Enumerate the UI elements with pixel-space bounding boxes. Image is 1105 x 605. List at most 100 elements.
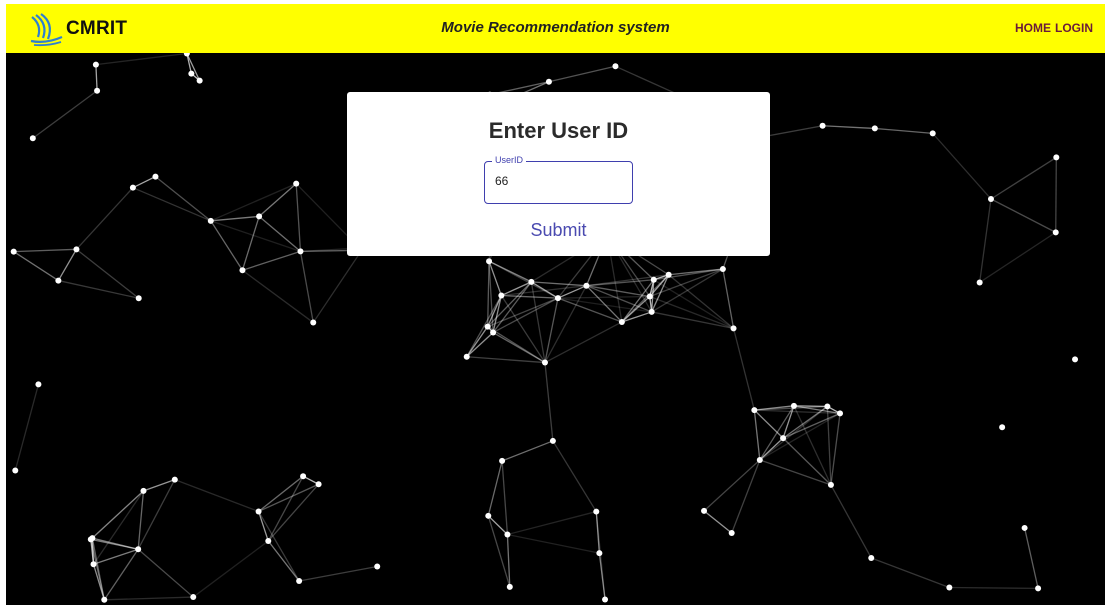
network-edge [507, 510, 597, 536]
network-edge [487, 460, 503, 516]
network-node [780, 435, 787, 442]
network-edge [14, 384, 40, 471]
network-node [756, 456, 763, 463]
network-edge [90, 538, 139, 550]
network-node [463, 353, 470, 360]
network-edge [487, 326, 546, 364]
network-edge [544, 362, 554, 442]
network-edge [501, 460, 509, 535]
network-edge [93, 548, 139, 565]
network-edge [242, 250, 301, 271]
network-node [135, 295, 142, 302]
network-node [549, 437, 556, 444]
network-edge [137, 548, 194, 598]
network-node [35, 381, 42, 388]
network-node [618, 318, 625, 325]
network-node [490, 329, 497, 336]
network-node [719, 266, 726, 273]
network-node [207, 217, 214, 224]
userid-field[interactable]: UserID [484, 155, 633, 204]
network-node [871, 125, 878, 132]
network-node [12, 467, 19, 474]
network-edge [104, 596, 194, 601]
submit-button[interactable]: Submit [508, 216, 609, 244]
network-edge [267, 540, 300, 582]
network-edge [530, 281, 546, 363]
network-edge [132, 187, 212, 222]
network-edge [210, 220, 244, 271]
network-edge [871, 557, 950, 589]
navbar: CMRIT Movie Recommendation system HOME L… [6, 4, 1105, 53]
network-node [296, 577, 303, 584]
network-edge [32, 90, 98, 139]
network-edge [299, 251, 314, 323]
network-node [650, 276, 657, 283]
network-node [73, 246, 80, 253]
network-edge [75, 187, 134, 250]
network-node [545, 78, 552, 85]
nav-links: HOME LOGIN [1015, 21, 1093, 35]
network-node [498, 292, 505, 299]
brand[interactable]: CMRIT [28, 9, 127, 49]
network-node [583, 282, 590, 289]
network-edge [703, 510, 733, 534]
network-edge [90, 539, 105, 600]
network-node [310, 319, 317, 326]
userid-input[interactable] [495, 174, 620, 188]
network-edge [57, 249, 78, 281]
network-edge [13, 248, 77, 253]
network-node [135, 546, 142, 553]
network-edge [90, 490, 144, 540]
network-node [140, 487, 147, 494]
network-node [790, 402, 797, 409]
network-node [646, 293, 653, 300]
network-node [1035, 585, 1042, 592]
network-edge [258, 183, 297, 217]
network-node [129, 184, 136, 191]
network-node [999, 424, 1006, 431]
network-node [265, 538, 272, 545]
network-edge [466, 356, 546, 364]
network-edge [621, 279, 655, 323]
network-edge [932, 132, 992, 200]
network-node [976, 279, 983, 286]
network-node [1052, 229, 1059, 236]
network-node [665, 271, 672, 278]
network-node [824, 403, 831, 410]
network-edge [782, 437, 832, 486]
network-edge [174, 478, 259, 513]
network-node [827, 481, 834, 488]
network-node [196, 77, 203, 84]
network-node [485, 512, 492, 519]
network-node [1072, 356, 1079, 363]
network-edge [13, 251, 59, 282]
network-node [499, 457, 506, 464]
network-node [300, 473, 307, 480]
network-node [929, 130, 936, 137]
network-edge [722, 268, 735, 329]
brand-name: CMRIT [66, 18, 128, 39]
network-edge [210, 183, 297, 222]
network-node [10, 248, 17, 255]
network-node [541, 359, 548, 366]
network-edge [267, 475, 304, 542]
network-edge [242, 269, 314, 324]
nav-home-link[interactable]: HOME [1015, 21, 1051, 35]
network-edge [466, 332, 494, 358]
network-node [593, 508, 600, 515]
network-edge [557, 297, 623, 323]
app-title: Movie Recommendation system [441, 19, 670, 36]
network-edge [507, 533, 600, 554]
network-edge [241, 216, 260, 271]
network-node [315, 481, 322, 488]
network-node [554, 295, 561, 302]
network-edge [312, 249, 363, 323]
network-node [528, 278, 535, 285]
network-edge [753, 409, 784, 439]
network-node [94, 87, 101, 94]
network-edge [466, 295, 502, 358]
network-node [239, 267, 246, 274]
network-node [751, 407, 758, 414]
swan-logo-icon [30, 13, 63, 47]
nav-login-link[interactable]: LOGIN [1055, 21, 1093, 35]
